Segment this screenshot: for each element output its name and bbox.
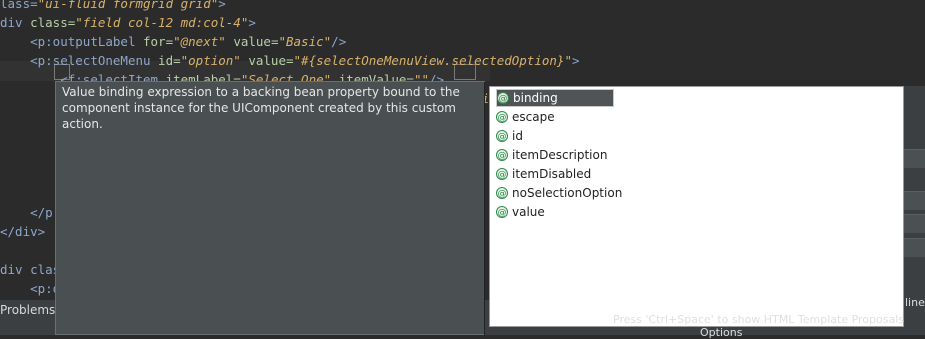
code-token: > [571,53,580,68]
proposal-item-escape[interactable]: @ escape [496,108,555,126]
side-panel-strip [904,191,925,210]
code-token: value= [248,53,294,68]
side-panel-strip [904,214,925,233]
code-token: <p:outputLabel [30,34,143,49]
proposal-label: itemDisabled [512,167,592,181]
proposal-label: noSelectionOption [512,186,623,200]
code-token: div clas [0,262,61,277]
code-token: > [248,15,256,30]
proposal-label: value [512,205,545,219]
code-token: /> [331,34,347,49]
attribute-icon: @ [496,149,508,161]
proposal-item-itemDescription[interactable]: @ itemDescription [496,146,607,164]
proposal-item-value[interactable]: @ value [496,203,545,221]
code-line: lass="ui-fluid formgrid grid"> [0,0,226,14]
attribute-icon: @ [497,92,509,104]
code-token: > [218,0,226,11]
divider [484,82,485,335]
code-line: <p:outputLabel for="@next" value="Basic"… [0,32,346,52]
attribute-icon: @ [496,111,508,123]
attribute-icon: @ [496,168,508,180]
proposal-label: itemDescription [512,148,608,162]
code-line: </div> [0,222,45,242]
code-token: "#{selectOneMenuView.selectedOption}" [293,53,572,68]
proposal-label: escape [512,110,555,124]
attribute-icon: @ [496,187,508,199]
code-token: value= [233,34,279,49]
proposal-label: binding [513,91,558,105]
proposal-item-itemDisabled[interactable]: @ itemDisabled [496,165,591,183]
code-token: id= [158,53,181,68]
proposal-label: id [512,129,523,143]
tab-problems[interactable]: Problems [0,303,55,321]
attribute-icon: @ [496,130,508,142]
code-token: lass= [0,0,38,11]
proposal-item-id[interactable]: @ id [496,127,523,145]
code-token: "field col-12 md:col-4" [75,15,249,30]
code-token: "@next" [173,34,234,49]
proposal-item-noSelectionOption[interactable]: @ noSelectionOption [496,184,622,202]
code-line: <p:selectOneMenu id="option" value="#{se… [0,51,580,71]
side-panel-strip [904,149,925,168]
attribute-icon: @ [496,206,508,218]
line-label: line [905,296,925,309]
code-line: div class="field col-12 md:col-4"> [0,13,256,33]
code-token: "option" [180,53,249,68]
documentation-tooltip: Value binding expression to a backing be… [55,81,485,335]
side-panel-strip [904,238,925,257]
proposal-item-binding[interactable]: @ binding [496,89,614,107]
code-line: div clas [0,260,60,280]
code-token: "ui-fluid formgrid grid" [37,0,219,11]
content-assist-popup[interactable]: @ binding @ escape @ id @ itemDescription @ itemD… [489,86,904,327]
proposal-hint: Press 'Ctrl+Space' to show HTML Template… [613,313,904,326]
code-token: </div> [0,224,46,239]
code-token: "Basic" [278,34,332,49]
code-token: for= [143,34,174,49]
code-token: <p:selectOneMenu [30,53,159,68]
code-token: class= [30,15,76,30]
code-token: div [0,15,31,30]
tooltip-text: Value binding expression to a backing be… [62,85,460,131]
